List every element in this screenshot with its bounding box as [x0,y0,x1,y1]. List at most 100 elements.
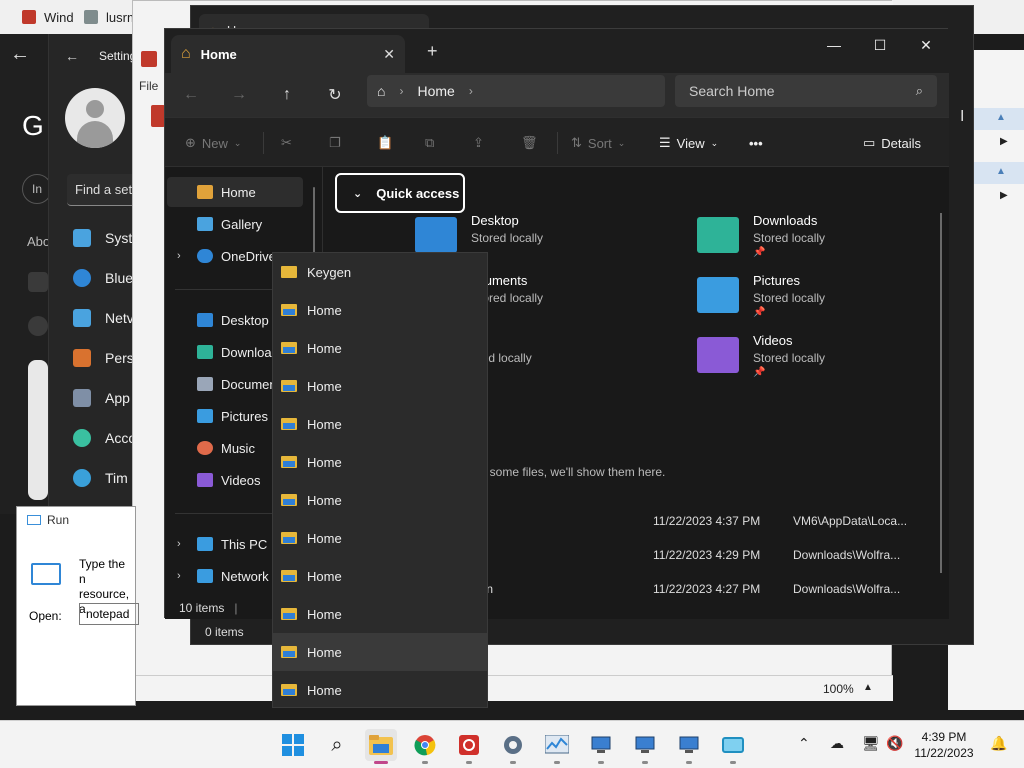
item-label: Home [307,644,342,660]
cut-icon[interactable]: ✂ [281,130,292,156]
user-avatar[interactable] [65,88,125,148]
pictures-folder-icon [697,277,739,313]
maximize-button[interactable]: ☐ [857,33,903,57]
nav-label: Desktop [221,312,269,328]
search-input[interactable]: Search Home ⌕ [675,75,937,107]
jump-list-item[interactable]: Home [273,367,487,405]
background-tab[interactable]: Wind [14,0,82,34]
windows-logo-icon[interactable] [277,729,309,761]
computer-icon[interactable] [585,729,617,764]
explorer-folder-icon [281,418,297,430]
chrome-icon[interactable] [409,729,441,764]
recent-file-row[interactable]: ) 11/22/2023 4:37 PM VM6\AppData\Loca... [453,506,943,536]
command-bar: ⊕ New ⌄ ✂ ❐ 📋 ⧉ ⇪ 🗑 ⇅ Sort ⌄ ☰ View ⌄ ••• ▭ Det… [165,117,949,167]
nav-label: This PC [221,536,268,552]
quick-access-item[interactable]: Downloads Stored locally 📌 [697,213,957,269]
file-menu[interactable]: File [139,79,158,93]
back-arrow-icon[interactable]: ← [10,44,34,68]
network-icon[interactable]: 🖥 [862,735,880,752]
jump-list-item[interactable]: Home [273,291,487,329]
new-tab-button[interactable]: + [427,41,438,62]
volume-icon[interactable]: 🔇 [886,735,903,752]
computer-icon[interactable] [673,729,705,764]
chevron-right-icon[interactable]: › [177,250,181,262]
quick-access-item[interactable]: Videos Stored locally 📌 [697,333,957,389]
clock[interactable]: 4:39 PM 11/22/2023 [906,729,982,761]
item-label: Home [307,416,342,432]
copy-icon[interactable]: ❐ [329,130,341,156]
view-button[interactable]: ☰ View ⌄ [659,130,718,156]
document-icon [197,377,213,391]
gear-icon[interactable] [497,729,529,764]
chevron-right-icon[interactable]: › [399,84,403,98]
expand-icon[interactable]: ▶ [1000,136,1008,147]
minimize-button[interactable]: — [811,33,857,57]
jump-list-item[interactable]: Home [273,557,487,595]
refresh-button[interactable]: ↻ [321,83,349,107]
jump-list-item[interactable]: Home [273,481,487,519]
back-arrow-icon[interactable]: ← [65,48,79,64]
recent-empty-message: ed some files, we'll show them here. [473,465,666,479]
address-bar[interactable]: ⌂ › Home › [367,75,665,107]
close-button[interactable]: ✕ [903,33,949,57]
jump-list-item[interactable]: Home [273,595,487,633]
run-input[interactable]: notepad [79,603,139,625]
jump-list-item[interactable]: Home [273,329,487,367]
close-tab-icon[interactable]: ✕ [383,46,395,63]
new-button[interactable]: ⊕ New ⌄ [185,130,241,156]
forward-button[interactable]: → [225,83,253,107]
content-scrollbar[interactable] [940,213,942,573]
quick-access-toggle[interactable]: ⌄ Quick access [335,173,465,213]
paste-icon[interactable]: 📋 [377,130,393,156]
jump-list-item[interactable]: Home [273,519,487,557]
delete-icon[interactable]: 🗑 [521,130,538,156]
notification-bell-icon[interactable]: 🔔 [990,735,1007,752]
item-label: Home [307,378,342,394]
recent-file-row[interactable]: gen 11/22/2023 4:27 PM Downloads\Wolfra.… [453,574,943,604]
onedrive-icon[interactable]: ☁ [830,735,844,752]
file-date: 11/22/2023 4:27 PM [653,582,761,596]
pin-icon: 📌 [753,247,766,258]
breadcrumb-home[interactable]: Home [417,83,454,99]
share-icon[interactable]: ⇪ [473,130,484,156]
recent-file-row[interactable]: 11/22/2023 4:29 PM Downloads\Wolfra... [453,540,943,570]
zoom-up-icon[interactable]: ▲ [863,682,873,693]
running-indicator [598,761,604,764]
settings-nav-label: Pers [105,350,134,366]
up-button[interactable]: ↑ [273,83,301,107]
app-icon [141,51,157,67]
cloud-icon [197,249,213,263]
computer-icon[interactable] [629,729,661,764]
folder-icon[interactable] [365,729,397,764]
gear-red-icon[interactable] [453,729,485,764]
show-hidden-icons-icon[interactable]: ⌃ [798,735,810,752]
search-icon[interactable]: ⌕ [321,729,353,761]
sort-button[interactable]: ⇅ Sort ⌄ [571,130,625,156]
rename-icon[interactable]: ⧉ [425,130,434,156]
chevron-right-icon[interactable]: › [177,538,181,550]
chevron-right-icon[interactable]: › [469,84,473,98]
brush-icon [73,349,91,367]
jump-list-item[interactable]: Keygen [273,253,487,291]
jump-list-item[interactable]: Home [273,405,487,443]
expand-icon[interactable]: ▶ [1000,190,1008,201]
person-icon [73,429,91,447]
nav-item-gallery[interactable]: Gallery [167,209,303,239]
nav-item-home[interactable]: Home [167,177,303,207]
chart-icon[interactable] [541,729,573,764]
explorer-folder-icon [281,304,297,316]
file-path: Downloads\Wolfra... [793,582,901,596]
jump-list-item[interactable]: Home [273,443,487,481]
chevron-right-icon[interactable]: › [177,570,181,582]
more-options-button[interactable]: ••• [749,130,763,156]
run-icon[interactable] [717,729,749,764]
details-button[interactable]: ▭ Details [863,130,921,156]
quick-access-item[interactable]: Pictures Stored locally 📌 [697,273,957,329]
view-label: View [676,135,705,151]
back-button[interactable]: ← [177,83,205,107]
gallery-icon [197,217,213,231]
jump-list-item[interactable]: Home [273,671,487,709]
jump-list-item[interactable]: Home [273,633,487,671]
tab-home[interactable]: ⌂ Home ✕ [171,35,405,73]
nav-label: Videos [221,472,261,488]
